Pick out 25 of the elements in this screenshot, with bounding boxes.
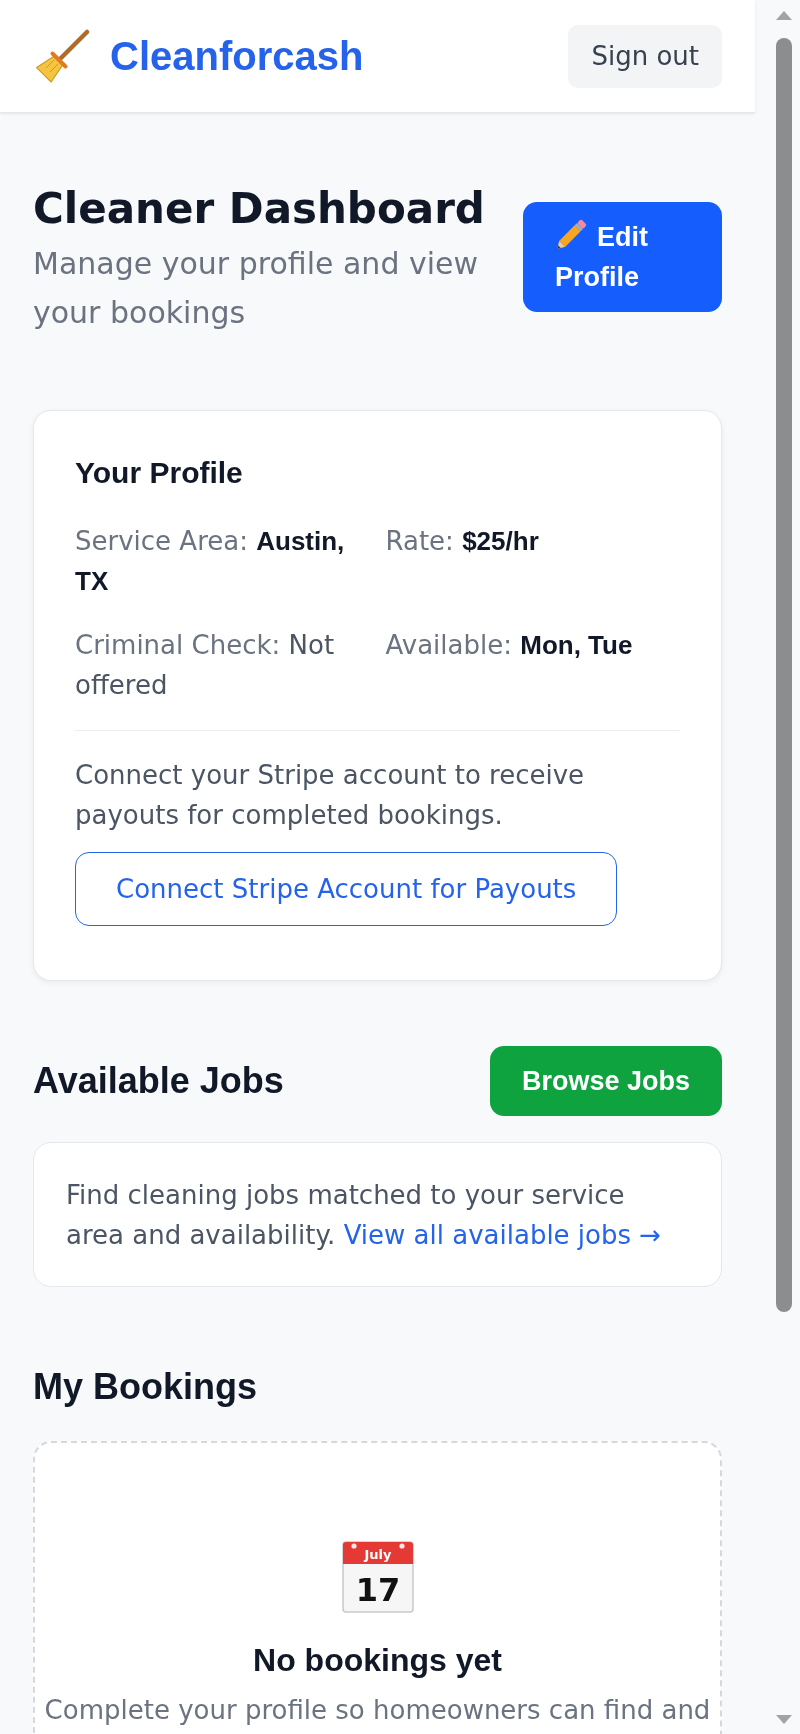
connect-stripe-button[interactable]: Connect Stripe Account for Payouts [75,852,618,926]
brand-name[interactable]: Cleanforcash [110,32,364,80]
pencil-icon [555,219,587,251]
scrollbar-thumb[interactable] [776,38,792,1312]
view-jobs-link[interactable]: View all available jobs → [343,1220,662,1250]
broom-icon [34,29,90,83]
jobs-description: Find cleaning jobs matched to your service area and availability. View all available jobs → [66,1179,663,1252]
sign-out-button[interactable]: Sign out [568,24,722,88]
page-subtitle: Manage your profile and view your bookings [33,245,480,332]
profile-detail: Service Area: Austin, TX [75,525,346,598]
calendar-icon: July 17 [341,1541,414,1613]
empty-state-title: No bookings yet [253,1641,502,1680]
scroll-down-icon[interactable] [776,1715,792,1724]
page-title: Cleaner Dashboard [33,183,486,235]
bookings-heading: My Bookings [33,1365,258,1409]
browse-jobs-button[interactable]: Browse Jobs [489,1046,722,1116]
profile-detail: Available: Mon, Tue [385,629,634,662]
scroll-up-icon[interactable] [776,11,792,20]
edit-profile-button[interactable]: Edit Profile [523,202,722,312]
stripe-note: Connect your Stripe account to receive payouts for completed bookings. [75,759,586,832]
jobs-heading: Available Jobs [33,1059,284,1103]
profile-title: Your Profile [75,455,244,491]
profile-detail: Rate: $25/hr [385,525,540,558]
empty-state-text: Complete your profile so homeowners can find and [44,1694,711,1727]
profile-detail: Criminal Check: Not offered [75,629,336,702]
